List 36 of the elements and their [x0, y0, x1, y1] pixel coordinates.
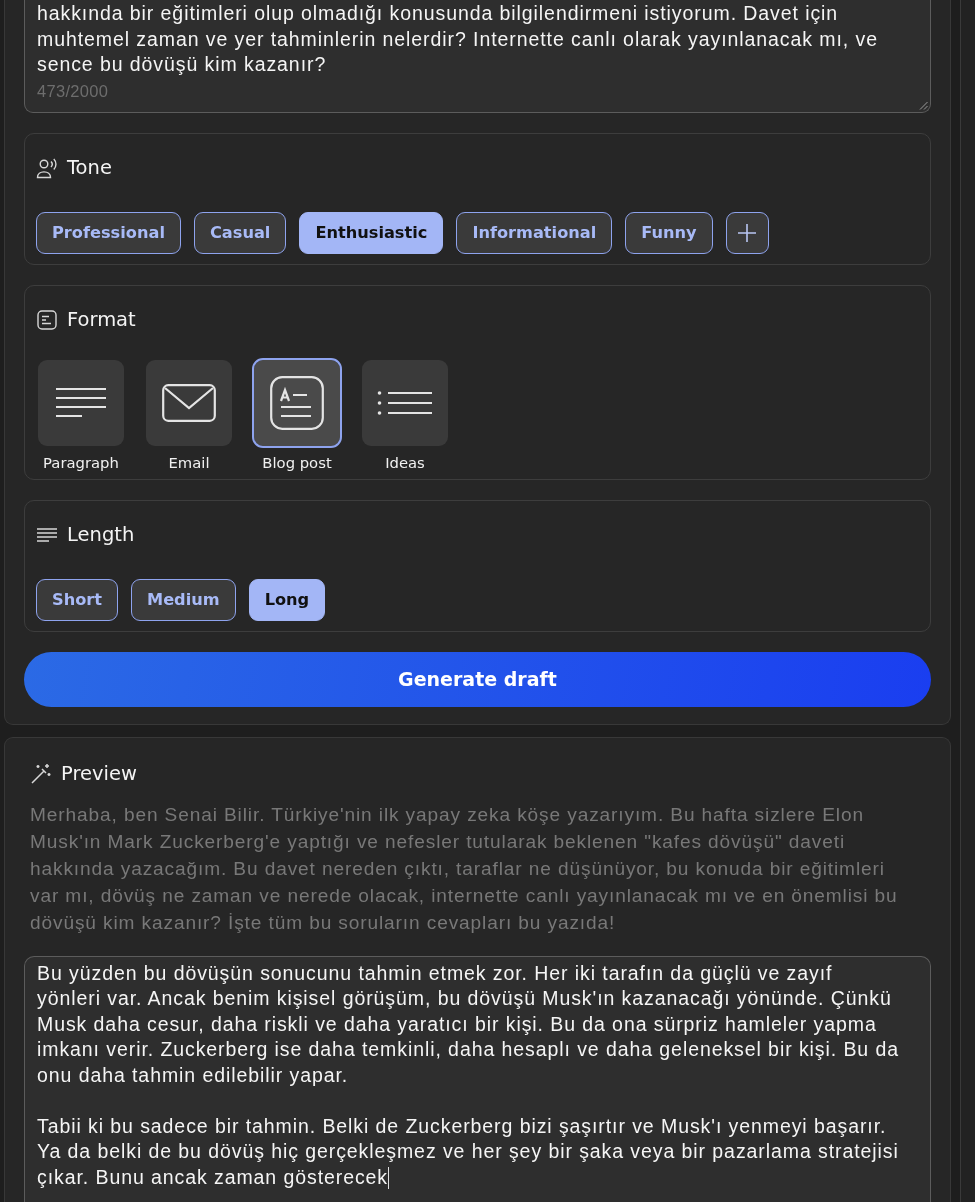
format-label: Blog post	[262, 452, 332, 472]
length-chip[interactable]: Long	[248, 578, 326, 621]
length-chip[interactable]: Medium	[131, 578, 236, 621]
tone-chip[interactable]: Professional	[36, 211, 181, 254]
scrollbar-track[interactable]	[960, 0, 975, 1202]
draft-text-field[interactable]: Bu yüzden bu dövüşün sonucunu tahmin etmek zor. Her iki tarafın da güçlü ve zayıf yönleri var. Ancak benim kişisel görüşüm, bu dövüşü Musk'ın kazanacağı yönünde. Çünkü Musk daha cesur, daha riskli ve daha yaratıcı bir kişi. Bu da ona sürpriz hamleler yapma imkanı verir. Zuckerberg ise daha temkinli, daha hesaplı ve daha geleneksel bir kişi. Bu da onu daha tahmin edilebilir yapar. Tabii ki bu sadece bir tahmin. Belki de Zuckerberg bizi şaşırtır ve Musk'ı yenmeyi başarır. Ya da belki de bu dövüş hiç gerçekleşmez ve her şey bir şaka veya bir pazarlama stratejisi çıkar. Bunu ancak zaman gösterecek	[24, 955, 931, 1202]
character-counter: 473/2000	[37, 80, 110, 101]
format-option-button[interactable]	[360, 357, 450, 448]
format-label: Paragraph	[43, 452, 119, 472]
paragraph-lines-icon	[55, 386, 107, 419]
tone-chip[interactable]: Funny	[625, 211, 713, 254]
generate-draft-button[interactable]: Generate draft	[24, 651, 931, 707]
prompt-field[interactable]: hakkında bir eğitimleri olup olmadığı konusunda bilgilendirmeni istiyorum. Davet için muhtemel zaman ve yer tahminlerin nelerdir? Internette canlı olarak yayınlanacak mı, ve sence bu dövüşü kim kazanır? 473/2000	[24, 0, 931, 113]
text-box-icon	[36, 308, 58, 331]
speaking-person-icon	[36, 156, 58, 179]
envelope-icon	[162, 383, 216, 422]
format-option-button[interactable]	[36, 357, 126, 448]
tone-chip[interactable]: Informational	[456, 211, 613, 254]
plus-icon	[737, 222, 758, 243]
document-icon	[270, 375, 324, 430]
preview-intro-text: Merhaba, ben Senai Bilir. Türkiye'nin ilk yapay zeka köşe yazarıyım. Bu hafta sizlere Elon Musk'ın Mark Zuckerberg'e yaptığı ve nefesler tutularak beklenen "kafes dövüşü" daveti hakkında yazacağım. Bu davet nereden çıktı, taraflar ne düşünüyor, bu konuda bir eğitimleri var mı, dövüş ne zaman ve nerede olacak, internette canlı yayınlanacak mı ve en önemlisi bu dövüşü kim kazanır? İşte tüm bu soruların cevapları bu yazıda!	[30, 802, 899, 935]
add-tone-button[interactable]	[725, 211, 769, 254]
resize-grip-icon[interactable]	[919, 100, 928, 110]
format-label: Email	[168, 452, 210, 472]
section-title: Length	[67, 522, 135, 547]
format-option-button[interactable]	[144, 357, 234, 448]
magic-wand-icon	[30, 762, 52, 785]
section-title: Preview	[61, 761, 137, 786]
section-title: Format	[67, 307, 136, 332]
length-chip[interactable]: Short	[36, 578, 119, 621]
format-label: Ideas	[385, 452, 425, 472]
bullet-list-icon	[377, 389, 433, 416]
format-option-button[interactable]	[252, 357, 342, 448]
tone-chip[interactable]: Casual	[193, 211, 287, 254]
tone-chip[interactable]: Enthusiastic	[299, 211, 444, 254]
section-title: Tone	[67, 155, 112, 180]
